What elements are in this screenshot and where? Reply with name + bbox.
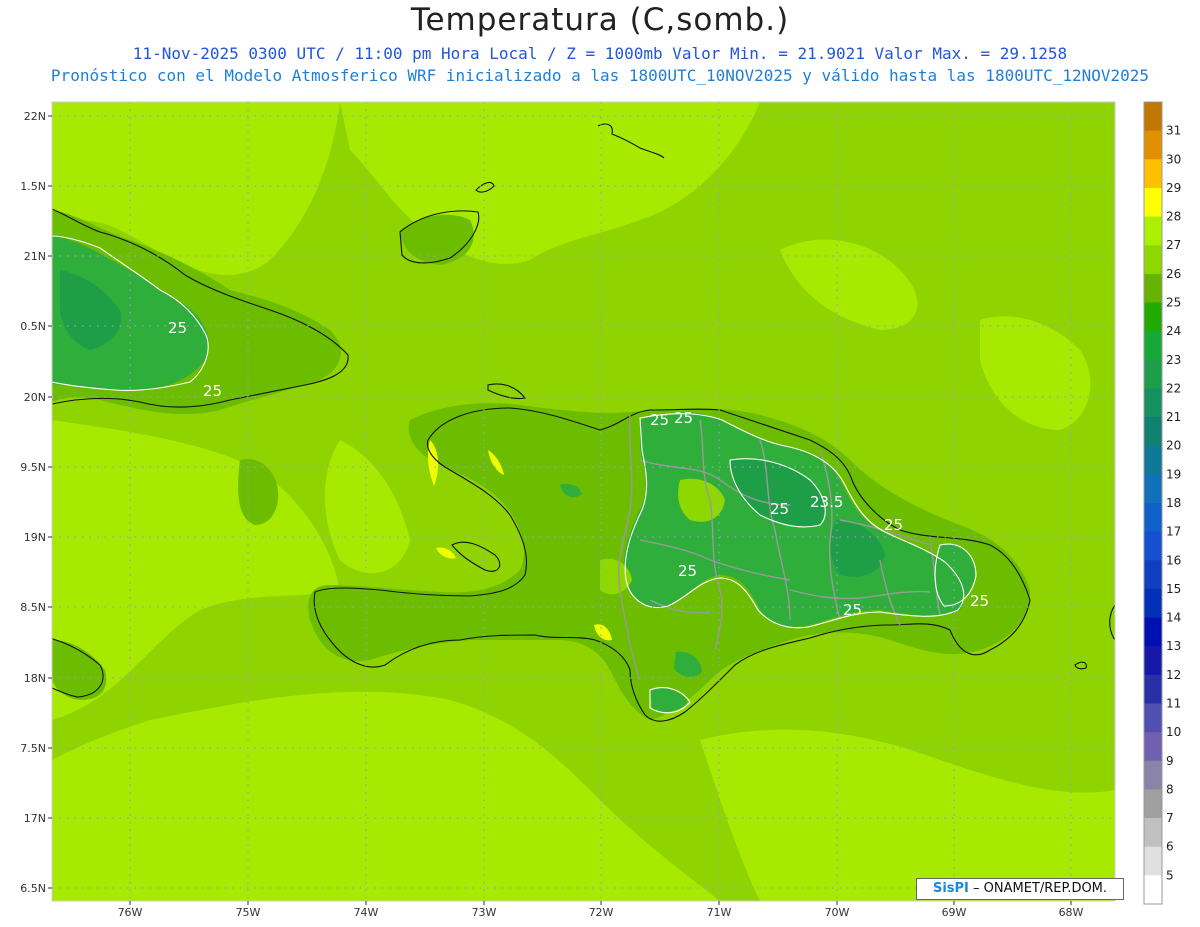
lon-tick-label: 74W [354, 906, 379, 919]
lat-tick-label: 20N [24, 391, 46, 404]
colorbar-label: 10 [1166, 725, 1181, 739]
lat-tick-label: 1.5N [20, 180, 46, 193]
colorbar-swatch [1144, 560, 1162, 590]
colorbar-swatch [1144, 130, 1162, 160]
colorbar-swatch [1144, 617, 1162, 647]
lat-tick-label: 18N [24, 672, 46, 685]
colorbar-label: 5 [1166, 868, 1174, 882]
colorbar-swatch [1144, 875, 1162, 905]
colorbar-label: 22 [1166, 381, 1181, 395]
contour-label: 25 [770, 500, 789, 518]
contour-label: 25 [970, 592, 989, 610]
temperature-map: 25 25 25 25 23.5 25 25 25 25 25 22N 1.5N 21N 0.5N 20N… [20, 101, 1181, 919]
colorbar-label: 28 [1166, 210, 1181, 224]
lat-tick-label: 9.5N [20, 461, 46, 474]
colorbar-label: 7 [1166, 811, 1174, 825]
colorbar-swatch [1144, 674, 1162, 704]
contour-label: 25 [674, 409, 693, 427]
lat-tick-label: 22N [24, 110, 46, 123]
colorbar-swatch [1144, 102, 1162, 132]
colorbar-swatch [1144, 531, 1162, 561]
lon-tick-label: 72W [589, 906, 614, 919]
contour-label: 25 [678, 562, 697, 580]
colorbar-swatch [1144, 732, 1162, 762]
lat-tick-label: 7.5N [20, 742, 46, 755]
colorbar-label: 29 [1166, 181, 1181, 195]
colorbar-swatch [1144, 818, 1162, 848]
contour-label: 23.5 [810, 493, 843, 511]
contour-label: 25 [843, 601, 862, 619]
colorbar-swatch [1144, 646, 1162, 676]
colorbar-label: 15 [1166, 582, 1181, 596]
lon-tick-label: 70W [825, 906, 850, 919]
colorbar-label: 21 [1166, 410, 1181, 424]
colorbar-label: 12 [1166, 668, 1181, 682]
colorbar-swatch [1144, 474, 1162, 504]
colorbar-swatch [1144, 703, 1162, 733]
latitude-axis: 22N 1.5N 21N 0.5N 20N 9.5N 19N 8.5N 18N 7.5N 17N 6.… [20, 110, 52, 895]
colorbar-label: 9 [1166, 754, 1174, 768]
lat-tick-label: 19N [24, 531, 46, 544]
colorbar-swatch [1144, 503, 1162, 533]
lon-tick-label: 68W [1059, 906, 1084, 919]
colorbar-label: 25 [1166, 296, 1181, 310]
colorbar-swatch [1144, 302, 1162, 332]
lon-tick-label: 69W [942, 906, 967, 919]
colorbar-label: 30 [1166, 152, 1181, 166]
lat-tick-label: 17N [24, 812, 46, 825]
lat-tick-label: 21N [24, 250, 46, 263]
colorbar-swatch [1144, 760, 1162, 790]
colorbar-label: 23 [1166, 353, 1181, 367]
colorbar-label: 24 [1166, 324, 1181, 338]
lon-tick-label: 76W [118, 906, 143, 919]
colorbar-label: 18 [1166, 496, 1181, 510]
colorbar-swatch [1144, 846, 1162, 876]
lon-tick-label: 75W [236, 906, 261, 919]
lat-tick-label: 0.5N [20, 320, 46, 333]
colorbar-swatch [1144, 159, 1162, 189]
colorbar-label: 20 [1166, 439, 1181, 453]
colorbar-swatch [1144, 388, 1162, 418]
colorbar-label: 16 [1166, 553, 1181, 567]
lon-tick-label: 73W [472, 906, 497, 919]
colorbar-swatch [1144, 445, 1162, 475]
colorbar-swatch [1144, 216, 1162, 246]
colorbar-swatch [1144, 359, 1162, 389]
colorbar-label: 26 [1166, 267, 1181, 281]
colorbar-label: 6 [1166, 840, 1174, 854]
lon-tick-label: 71W [707, 906, 732, 919]
map-plot-area [52, 102, 1115, 901]
colorbar-swatch [1144, 187, 1162, 218]
contour-label: 25 [650, 411, 669, 429]
colorbar-label: 17 [1166, 525, 1181, 539]
colorbar-label: 27 [1166, 238, 1181, 252]
colorbar-swatch [1144, 417, 1162, 447]
contour-label: 25 [168, 319, 187, 337]
colorbar-label: 19 [1166, 467, 1181, 481]
colorbar-swatch [1144, 273, 1162, 303]
colorbar-label: 8 [1166, 782, 1174, 796]
lat-tick-label: 8.5N [20, 601, 46, 614]
colorbar-label: 14 [1166, 611, 1181, 625]
colorbar-swatch [1144, 789, 1162, 819]
contour-label: 25 [884, 516, 903, 534]
credit-box: SisPI – ONAMET/REP.DOM. [916, 878, 1124, 900]
longitude-axis: 76W 75W 74W 73W 72W 71W 70W 69W 68W [118, 901, 1084, 919]
colorbar-swatch [1144, 245, 1162, 275]
sispi-logo: SisPI [932, 881, 969, 896]
colorbar-swatch [1144, 588, 1162, 619]
credit-text: – ONAMET/REP.DOM. [973, 881, 1108, 896]
colorbar-labels: 31 30 29 28 27 26 25 24 23 22 21 20 19 18 17 16 15 14 13 12… [1166, 124, 1181, 883]
colorbar [1143, 101, 1163, 905]
colorbar-label: 13 [1166, 639, 1181, 653]
colorbar-swatch [1144, 331, 1162, 361]
colorbar-label: 31 [1166, 124, 1181, 138]
colorbar-label: 11 [1166, 697, 1181, 711]
lat-tick-label: 6.5N [20, 882, 46, 895]
contour-label: 25 [203, 382, 222, 400]
